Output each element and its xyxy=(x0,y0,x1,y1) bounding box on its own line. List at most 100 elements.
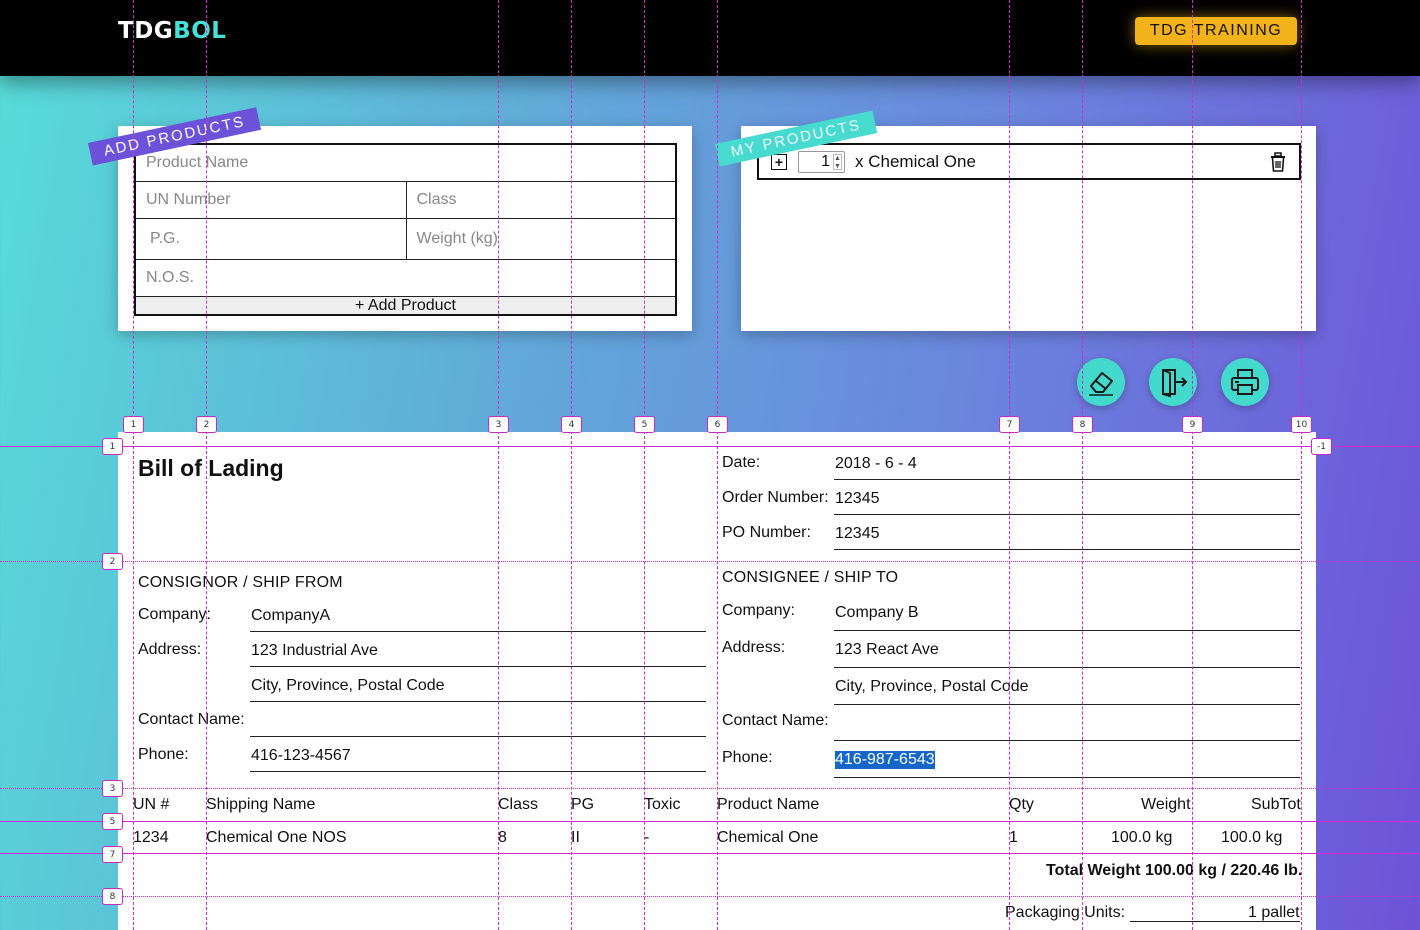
quantity-stepper[interactable]: 1 ▲ ▼ xyxy=(798,150,845,173)
expand-plus-icon[interactable]: + xyxy=(771,153,787,170)
row-guide-tag[interactable]: 5 xyxy=(102,813,123,830)
consignee-phone-field[interactable]: 416-987-6543 xyxy=(835,751,935,769)
nos-input[interactable]: N.O.S. xyxy=(136,260,675,296)
col-header-toxic: Toxic xyxy=(644,796,681,813)
trash-icon[interactable] xyxy=(1269,152,1287,172)
col-header-shipping-name: Shipping Name xyxy=(206,796,316,813)
column-guide xyxy=(1192,0,1193,930)
clear-form-button[interactable] xyxy=(1077,358,1125,406)
packaging-units-label: Packaging Units: xyxy=(1005,904,1126,921)
col-header-pg: PG xyxy=(571,796,595,813)
col-header-qty: Qty xyxy=(1009,796,1034,813)
page-title: Bill of Lading xyxy=(138,455,284,481)
row-guide xyxy=(0,561,1420,562)
consignee-address-label: Address: xyxy=(722,639,786,656)
product-item-label: x Chemical One xyxy=(855,151,976,171)
row-guide-end-tag[interactable]: -1 xyxy=(1311,438,1332,455)
consignee-contact-label: Contact Name: xyxy=(722,712,829,729)
add-products-card: Product Name UN Number Class P.G. Weight… xyxy=(88,107,692,331)
column-guide xyxy=(644,0,645,930)
column-guide-tag[interactable]: 9 xyxy=(1182,416,1203,433)
column-guide-tag[interactable]: 4 xyxy=(561,416,582,433)
cell-qty: 1 xyxy=(1009,829,1018,846)
cell-un: 1234 xyxy=(133,829,169,846)
consignor-heading: CONSIGNOR / SHIP FROM xyxy=(138,574,343,591)
column-guide xyxy=(498,0,499,930)
printer-icon xyxy=(1231,369,1259,395)
row-guide xyxy=(0,896,1420,897)
cell-shipping-name: Chemical One NOS xyxy=(206,829,347,846)
print-button[interactable] xyxy=(1221,358,1269,406)
column-guide xyxy=(1082,0,1083,930)
top-navbar: TDGBOL TDG TRAINING xyxy=(0,0,1420,76)
cell-subtotal: 100.0 kg xyxy=(1221,829,1283,846)
consignor-phone-label: Phone: xyxy=(138,746,189,763)
cell-pg: II xyxy=(571,829,580,846)
consignor-company-field[interactable]: CompanyA xyxy=(251,607,330,625)
pg-input[interactable]: P.G. xyxy=(136,219,406,259)
column-guide-tag[interactable]: 2 xyxy=(196,416,217,433)
cell-class: 8 xyxy=(498,829,507,846)
order-number-field[interactable]: 12345 xyxy=(835,490,880,508)
col-header-subtotal: SubTot xyxy=(1251,796,1301,813)
consignee-address2-field[interactable]: City, Province, Postal Code xyxy=(835,678,1029,696)
column-guide-tag[interactable]: 1 xyxy=(123,416,144,433)
row-guide-tag[interactable]: 2 xyxy=(102,553,123,570)
col-header-product-name: Product Name xyxy=(717,796,820,813)
add-product-button[interactable]: + Add Product xyxy=(136,296,675,314)
consignee-company-field[interactable]: Company B xyxy=(835,604,919,622)
consignor-contact-label: Contact Name: xyxy=(138,711,245,728)
app-logo[interactable]: TDGBOL xyxy=(118,18,226,44)
consignee-heading: CONSIGNEE / SHIP TO xyxy=(722,569,899,586)
add-product-form: Product Name UN Number Class P.G. Weight… xyxy=(134,143,677,316)
row-guide-tag[interactable]: 8 xyxy=(102,888,123,905)
col-header-weight: Weight xyxy=(1141,796,1191,813)
column-guide-tag[interactable]: 8 xyxy=(1072,416,1093,433)
class-input[interactable]: Class xyxy=(405,182,676,218)
date-label: Date: xyxy=(722,454,761,471)
column-guide-tag[interactable]: 5 xyxy=(634,416,655,433)
consignee-company-label: Company: xyxy=(722,602,795,619)
row-guide xyxy=(0,853,1420,854)
eraser-icon xyxy=(1089,372,1113,396)
column-guide-tag[interactable]: 10 xyxy=(1291,416,1312,433)
my-product-item: + 1 ▲ ▼ x Chemical One xyxy=(757,143,1301,180)
cell-product-name: Chemical One xyxy=(717,829,819,846)
product-name-input[interactable]: Product Name xyxy=(136,145,675,181)
po-number-field[interactable]: 12345 xyxy=(835,525,880,543)
order-number-label: Order Number: xyxy=(722,489,829,506)
logo-part-tdg: TDG xyxy=(118,18,174,44)
consignee-phone-label: Phone: xyxy=(722,749,773,766)
row-guide-tag[interactable]: 3 xyxy=(102,780,123,797)
col-header-un: UN # xyxy=(133,796,170,813)
logo-part-bol: BOL xyxy=(173,18,227,44)
date-field[interactable]: 2018 - 6 - 4 xyxy=(835,455,917,473)
consignor-address1-field[interactable]: 123 Industrial Ave xyxy=(251,642,378,660)
column-guide xyxy=(206,0,207,930)
weight-input[interactable]: Weight (kg) xyxy=(405,219,676,259)
packaging-units-field[interactable]: 1 pallet xyxy=(1248,904,1300,922)
tdg-training-button[interactable]: TDG TRAINING xyxy=(1135,17,1297,45)
consignor-address2-field[interactable]: City, Province, Postal Code xyxy=(251,677,445,695)
consignor-phone-field[interactable]: 416-123-4567 xyxy=(251,747,351,765)
consignor-company-label: Company: xyxy=(138,606,211,623)
row-guide xyxy=(0,446,1420,447)
my-products-card: + 1 ▲ ▼ x Chemical One MY PRODUCTS xyxy=(715,110,1316,331)
row-guide-tag[interactable]: 7 xyxy=(102,846,123,863)
exit-button[interactable] xyxy=(1149,358,1197,406)
column-guide-tag[interactable]: 6 xyxy=(707,416,728,433)
po-number-label: PO Number: xyxy=(722,524,811,541)
column-guide xyxy=(1009,0,1010,930)
spinner-arrows-icon[interactable]: ▲ ▼ xyxy=(833,153,842,170)
row-guide xyxy=(0,821,1420,822)
exit-icon xyxy=(1162,369,1188,398)
row-guide xyxy=(0,788,1420,789)
column-guide-tag[interactable]: 3 xyxy=(488,416,509,433)
row-guide-tag[interactable]: 1 xyxy=(102,438,123,455)
consignor-address-label: Address: xyxy=(138,641,202,658)
quantity-value: 1 xyxy=(821,152,830,170)
consignee-address1-field[interactable]: 123 React Ave xyxy=(835,641,939,659)
column-guide xyxy=(571,0,572,930)
un-number-input[interactable]: UN Number xyxy=(136,182,406,218)
column-guide-tag[interactable]: 7 xyxy=(999,416,1020,433)
